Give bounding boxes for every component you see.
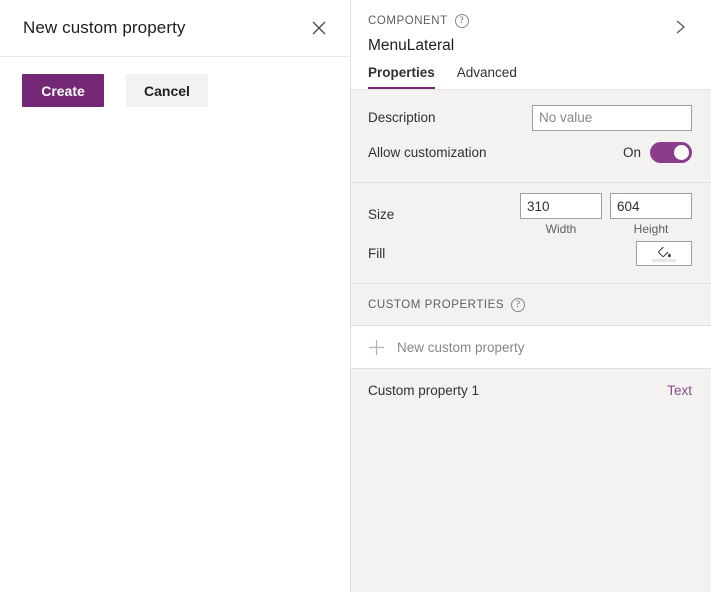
width-field: Width: [520, 193, 602, 236]
page-title: New custom property: [23, 18, 186, 37]
row-description: Description: [368, 100, 692, 135]
panel-tabs: Properties Advanced: [351, 55, 711, 90]
size-label: Size: [368, 207, 395, 222]
width-sublabel: Width: [545, 222, 577, 236]
height-field: Height: [610, 193, 692, 236]
panel-eyebrow: COMPONENT ?: [368, 14, 697, 28]
properties-panel: COMPONENT ? MenuLateral Properties Advan…: [351, 0, 711, 592]
new-custom-property-label: New custom property: [397, 339, 525, 355]
help-icon[interactable]: ?: [454, 14, 469, 28]
allow-customization-toggle[interactable]: [650, 142, 692, 163]
app-root: New custom property Create Cancel COMPON…: [0, 0, 711, 592]
dialog-header: New custom property: [0, 0, 350, 57]
tab-advanced[interactable]: Advanced: [457, 65, 517, 89]
row-size: Size Width Height: [368, 193, 692, 236]
panel-header: COMPONENT ? MenuLateral: [351, 0, 711, 55]
row-allow-customization: Allow customization On: [368, 135, 692, 170]
allow-customization-label: Allow customization: [368, 145, 487, 160]
dialog-actions: Create Cancel: [0, 57, 350, 107]
tab-properties[interactable]: Properties: [368, 65, 435, 89]
plus-icon: [369, 339, 384, 355]
section-size-fill: Size Width Height Fill: [351, 183, 711, 284]
custom-properties-title: CUSTOM PROPERTIES: [368, 299, 505, 311]
fill-label: Fill: [368, 246, 386, 261]
width-input[interactable]: [520, 193, 602, 219]
custom-property-type-link[interactable]: Text: [667, 383, 692, 398]
size-fields: Width Height: [520, 193, 692, 236]
help-icon[interactable]: ?: [511, 298, 526, 312]
panel-eyebrow-label: COMPONENT: [368, 15, 448, 27]
create-button[interactable]: Create: [22, 74, 104, 107]
list-item[interactable]: Custom property 1 Text: [351, 369, 711, 411]
new-custom-property-button[interactable]: New custom property: [351, 326, 711, 369]
fill-color-bar: [652, 259, 676, 262]
allow-customization-control: On: [623, 142, 692, 163]
section-general: Description Allow customization On: [351, 90, 711, 183]
custom-properties-header: CUSTOM PROPERTIES ?: [351, 284, 711, 326]
toggle-state-label: On: [622, 145, 641, 160]
close-icon[interactable]: [304, 13, 334, 43]
custom-property-name: Custom property 1: [368, 382, 480, 398]
chevron-right-icon[interactable]: [669, 16, 691, 38]
dialog-body: [0, 107, 350, 592]
height-sublabel: Height: [633, 222, 669, 236]
description-input[interactable]: [532, 104, 692, 131]
panel-empty-area: [351, 411, 711, 592]
new-custom-property-dialog: New custom property Create Cancel: [0, 0, 351, 592]
cancel-button[interactable]: Cancel: [126, 74, 208, 107]
component-name: MenuLateral: [368, 37, 455, 54]
row-fill: Fill: [368, 236, 692, 271]
toggle-knob: [674, 145, 689, 160]
description-label: Description: [368, 110, 436, 125]
height-input[interactable]: [610, 193, 692, 219]
fill-color-button[interactable]: [636, 241, 692, 266]
